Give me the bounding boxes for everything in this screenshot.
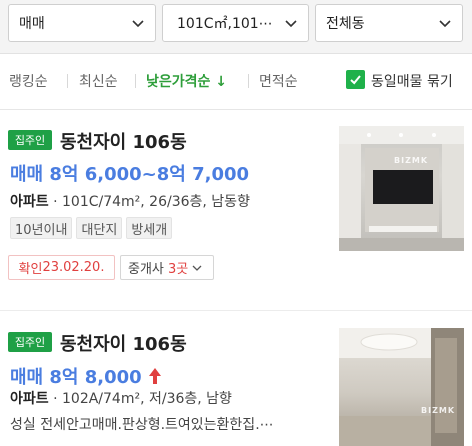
divider bbox=[248, 74, 249, 88]
listing-thumbnail[interactable]: BIZMK bbox=[339, 328, 464, 446]
divider bbox=[135, 74, 136, 88]
tag-list: 10년이내 대단지 방세개 bbox=[10, 217, 173, 239]
tag: 대단지 bbox=[76, 217, 123, 239]
property-type: 아파트 bbox=[10, 391, 49, 407]
interior-image bbox=[339, 328, 464, 446]
sort-latest[interactable]: 최신순 bbox=[79, 71, 118, 91]
sort-low-price[interactable]: 낮은가격순 ↓ bbox=[146, 71, 227, 91]
listing-title[interactable]: 동천자이 106동 bbox=[60, 128, 187, 154]
confirm-date-badge: 확인 23.02.20. bbox=[8, 255, 115, 280]
listing-card[interactable]: 집주인 동천자이 106동 매매 8억 8,000 아파트 · 102A/74m… bbox=[0, 310, 472, 446]
agent-count-button[interactable]: 중개사 3곳 bbox=[120, 255, 214, 280]
listing-card[interactable]: 집주인 동천자이 106동 매매 8억 6,000~8억 7,000 아파트 ·… bbox=[0, 110, 472, 310]
divider bbox=[67, 74, 68, 88]
dong-value: 전체동 bbox=[326, 16, 365, 32]
property-spec: 101C/74m², 26/36층, 남동향 bbox=[62, 194, 250, 210]
sort-area[interactable]: 면적순 bbox=[259, 71, 298, 91]
confirm-label: 확인 bbox=[18, 262, 43, 277]
confirm-date: 23.02.20. bbox=[42, 260, 105, 275]
agent-count: 3곳 bbox=[168, 262, 189, 277]
sort-bar: 랭킹순 최신순 낮은가격순 ↓ 면적순 동일매물 묶기 bbox=[0, 54, 472, 110]
listing-price: 매매 8억 8,000 bbox=[10, 363, 162, 389]
listing-price-value: 매매 8억 8,000 bbox=[10, 367, 142, 388]
tag: 10년이내 bbox=[10, 217, 73, 239]
living-room-image bbox=[339, 126, 464, 251]
chevron-down-icon bbox=[192, 265, 202, 271]
listing-price: 매매 8억 6,000~8억 7,000 bbox=[10, 164, 250, 185]
chevron-down-icon bbox=[439, 20, 451, 28]
deal-type-dropdown[interactable]: 매매 bbox=[8, 4, 156, 42]
deal-type-value: 매매 bbox=[19, 16, 45, 32]
check-icon bbox=[350, 75, 361, 85]
same-listing-label[interactable]: 동일매물 묶기 bbox=[371, 71, 453, 91]
sort-ranking[interactable]: 랭킹순 bbox=[9, 71, 48, 91]
agent-label: 중개사 bbox=[128, 262, 164, 277]
chevron-down-icon bbox=[285, 20, 297, 28]
dong-dropdown[interactable]: 전체동 bbox=[315, 4, 463, 42]
watermark: BIZMK bbox=[421, 406, 456, 415]
listing-snippet: 성실 전세안고매매.판상형.트여있는환한집.⋯ bbox=[10, 417, 274, 433]
area-value: 101C㎡,101⋯ bbox=[177, 16, 273, 32]
property-type: 아파트 bbox=[10, 194, 49, 210]
chevron-down-icon bbox=[132, 20, 144, 28]
property-spec: 102A/74m², 저/36층, 남향 bbox=[62, 391, 232, 407]
owner-badge: 집주인 bbox=[8, 130, 52, 150]
filter-bar: 매매 101C㎡,101⋯ 전체동 bbox=[0, 0, 472, 54]
price-up-arrow-icon bbox=[148, 368, 161, 384]
sort-arrow-down-icon: ↓ bbox=[215, 74, 228, 90]
listing-detail: 아파트 · 102A/74m², 저/36층, 남향 bbox=[10, 391, 232, 407]
owner-badge: 집주인 bbox=[8, 332, 52, 352]
tag: 방세개 bbox=[126, 217, 173, 239]
sort-low-price-label: 낮은가격순 bbox=[146, 74, 211, 90]
same-listing-checkbox[interactable] bbox=[346, 70, 365, 89]
listing-title[interactable]: 동천자이 106동 bbox=[60, 330, 187, 356]
listing-thumbnail[interactable]: BIZMK bbox=[339, 126, 464, 251]
area-dropdown[interactable]: 101C㎡,101⋯ bbox=[162, 4, 309, 42]
watermark: BIZMK bbox=[394, 156, 429, 165]
listing-detail: 아파트 · 101C/74m², 26/36층, 남동향 bbox=[10, 194, 250, 210]
